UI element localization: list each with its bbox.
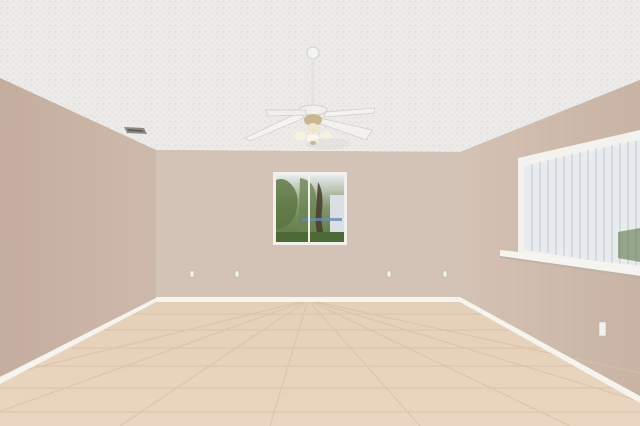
- air-vent-icon: [124, 127, 147, 134]
- electrical-outlet-icon: [598, 321, 607, 337]
- back-baseboard: [156, 297, 460, 302]
- electrical-outlet-icon: [189, 270, 195, 278]
- electrical-outlet-icon: [234, 270, 240, 278]
- empty-room-photo: [0, 0, 640, 426]
- electrical-outlet-icon: [442, 270, 448, 278]
- back-window: [273, 172, 347, 245]
- electrical-outlet-icon: [386, 270, 392, 278]
